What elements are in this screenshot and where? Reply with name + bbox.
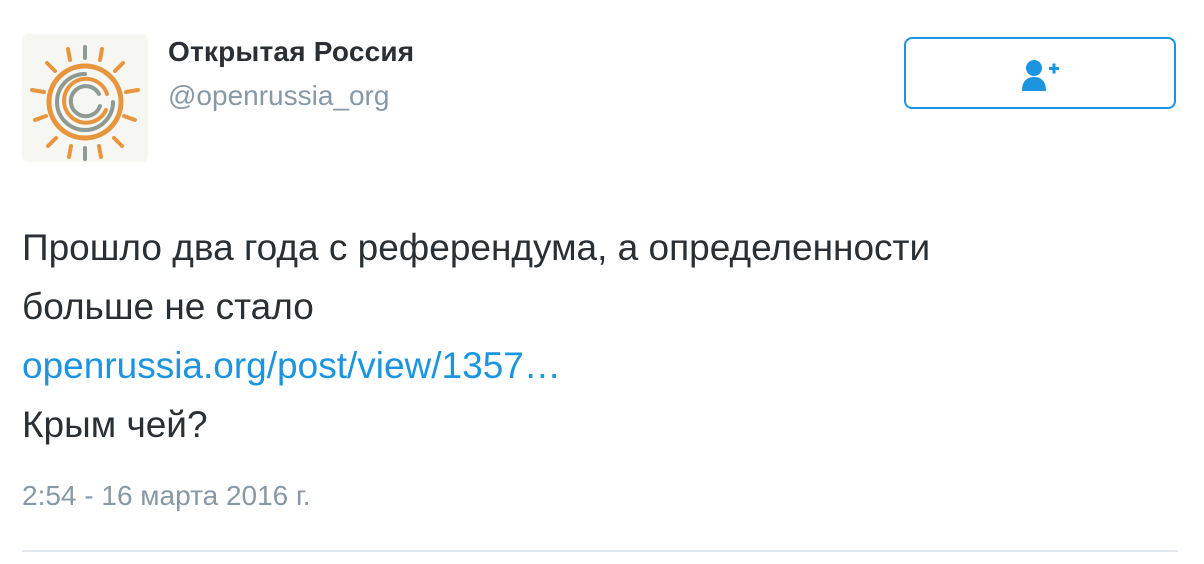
follow-button[interactable] [904, 37, 1176, 109]
author-name[interactable]: Открытая Россия [168, 36, 414, 68]
avatar[interactable] [22, 34, 148, 162]
tweet-text: Прошло два года с референдума, а определ… [22, 218, 1172, 454]
tweet-text-line-2: больше не стало [22, 286, 314, 327]
author-handle[interactable]: @openrussia_org [168, 80, 389, 112]
sun-logo-icon [30, 45, 140, 161]
tweet-text-line-1: Прошло два года с референдума, а определ… [22, 227, 931, 268]
divider [22, 550, 1178, 552]
tweet-card: Открытая Россия @openrussia_org Прошло д… [0, 0, 1204, 564]
tweet-link[interactable]: openrussia.org/post/view/1357… [22, 345, 561, 386]
follow-user-plus-icon [1022, 60, 1059, 91]
timestamp[interactable]: 2:54 - 16 марта 2016 г. [22, 480, 311, 512]
tweet-text-line-3: Крым чей? [22, 404, 208, 445]
